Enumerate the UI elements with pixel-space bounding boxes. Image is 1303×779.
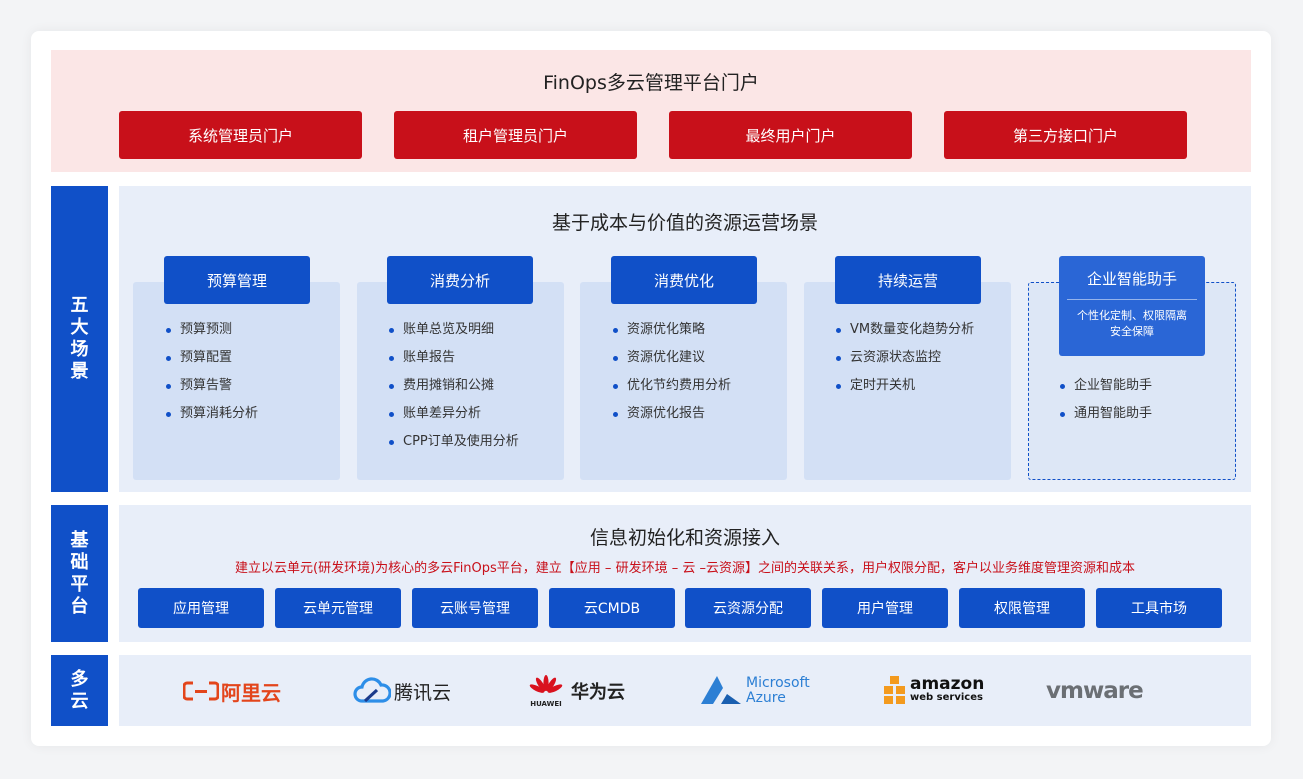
continuous-ops-header[interactable]: 持续运营 [835,256,981,304]
budget-header[interactable]: 预算管理 [164,256,310,304]
azure-text-line2: Azure [746,690,786,706]
list-item: 费用摊销和公摊 [389,372,519,400]
ai-assistant-header[interactable]: 企业智能助手 个性化定制、权限隔离 安全保障 [1059,256,1205,356]
tencent-cloud-logo: 腾讯云 [353,671,451,711]
tencent-cloud-icon [353,677,391,703]
cloud-resource-allocation-button[interactable]: 云资源分配 [685,588,811,628]
base-platform-section: 信息初始化和资源接入 建立以云单元(研发环境)为核心的多云FinOps平台，建立… [119,505,1251,642]
aliyun-text: 阿里云 [221,680,281,705]
aws-text-line2: web services [910,692,983,703]
ai-assistant-title: 企业智能助手 [1067,256,1197,300]
tencent-cloud-text: 腾讯云 [394,681,452,704]
aws-logo: amazon web services [882,671,984,711]
side-label-base: 基础平台 [51,505,108,642]
vmware-text: vmware [1046,678,1144,704]
scenarios-section: 基于成本与价值的资源运营场景 预算管理 预算预测 预算配置 预算告警 预算消耗分… [119,186,1251,492]
cloud-unit-management-button[interactable]: 云单元管理 [275,588,401,628]
azure-logo: Microsoft Azure [699,671,810,711]
cloud-cmdb-button[interactable]: 云CMDB [549,588,675,628]
portal-title: FinOps多云管理平台门户 [543,72,759,94]
huawei-mark: HUAWEI [529,674,563,708]
ai-assistant-desc-2: 安全保障 [1110,325,1154,338]
consumption-analysis-list: 账单总览及明细 账单报告 费用摊销和公摊 账单差异分析 CPP订单及使用分析 [389,316,519,456]
user-management-button[interactable]: 用户管理 [822,588,948,628]
tenant-admin-portal-button[interactable]: 租户管理员门户 [394,111,637,159]
side-label-base-text: 基础平台 [70,529,89,617]
multi-cloud-section: 阿里云 腾讯云 HUAWEI 华为云 Microsoft Azure amazo… [119,655,1251,726]
permission-management-button[interactable]: 权限管理 [959,588,1085,628]
side-label-cloud-text: 多云 [70,668,89,712]
huawei-brand-text: HUAWEI [530,699,562,708]
scenarios-title: 基于成本与价值的资源运营场景 [551,212,818,234]
huawei-cloud-logo: HUAWEI 华为云 [529,671,625,711]
consumption-analysis-header[interactable]: 消费分析 [387,256,533,304]
vmware-logo: vmware [1046,671,1144,711]
azure-icon [701,676,741,704]
app-management-button[interactable]: 应用管理 [138,588,264,628]
list-item: 资源优化策略 [613,316,731,344]
list-item: 企业智能助手 [1060,372,1152,400]
third-party-portal-button[interactable]: 第三方接口门户 [944,111,1187,159]
cloud-account-management-button[interactable]: 云账号管理 [412,588,538,628]
list-item: 账单报告 [389,344,519,372]
list-item: 资源优化报告 [613,400,731,428]
list-item: 账单总览及明细 [389,316,519,344]
side-label-cloud: 多云 [51,655,108,726]
side-label-scenarios: 五大场景 [51,186,108,492]
aws-text-line1: amazon [910,674,985,694]
tool-market-button[interactable]: 工具市场 [1096,588,1222,628]
list-item: 通用智能助手 [1060,400,1152,428]
aws-text-block: amazon web services [910,674,985,705]
continuous-ops-list: VM数量变化趋势分析 云资源状态监控 定时开关机 [836,316,974,400]
base-description: 建立以云单元(研发环境)为核心的多云FinOps平台，建立【应用 – 研发环境 … [235,561,1135,576]
list-item: 账单差异分析 [389,400,519,428]
azure-text-block: Microsoft Azure [746,676,810,706]
list-item: 云资源状态监控 [836,344,974,372]
end-user-portal-button[interactable]: 最终用户门户 [669,111,912,159]
list-item: VM数量变化趋势分析 [836,316,974,344]
aws-boxes-icon [884,676,905,704]
sys-admin-portal-button[interactable]: 系统管理员门户 [119,111,362,159]
consumption-optimization-list: 资源优化策略 资源优化建议 优化节约费用分析 资源优化报告 [613,316,731,428]
portal-section: FinOps多云管理平台门户 系统管理员门户 租户管理员门户 最终用户门户 第三… [51,50,1251,172]
base-title: 信息初始化和资源接入 [589,527,780,549]
budget-list: 预算预测 预算配置 预算告警 预算消耗分析 [166,316,258,428]
list-item: 预算配置 [166,344,258,372]
huawei-cloud-text: 华为云 [571,682,625,703]
list-item: 预算告警 [166,372,258,400]
azure-text-line1: Microsoft [746,675,810,691]
ai-assistant-desc-1: 个性化定制、权限隔离 [1077,309,1187,322]
side-label-scenarios-text: 五大场景 [70,295,89,382]
list-item: CPP订单及使用分析 [389,428,519,456]
list-item: 预算预测 [166,316,258,344]
ai-assistant-list: 企业智能助手 通用智能助手 [1060,372,1152,428]
list-item: 资源优化建议 [613,344,731,372]
consumption-optimization-header[interactable]: 消费优化 [611,256,757,304]
aliyun-icon [183,681,219,701]
huawei-flower-icon [529,674,563,693]
list-item: 优化节约费用分析 [613,372,731,400]
list-item: 定时开关机 [836,372,974,400]
aliyun-logo: 阿里云 [183,671,281,711]
list-item: 预算消耗分析 [166,400,258,428]
